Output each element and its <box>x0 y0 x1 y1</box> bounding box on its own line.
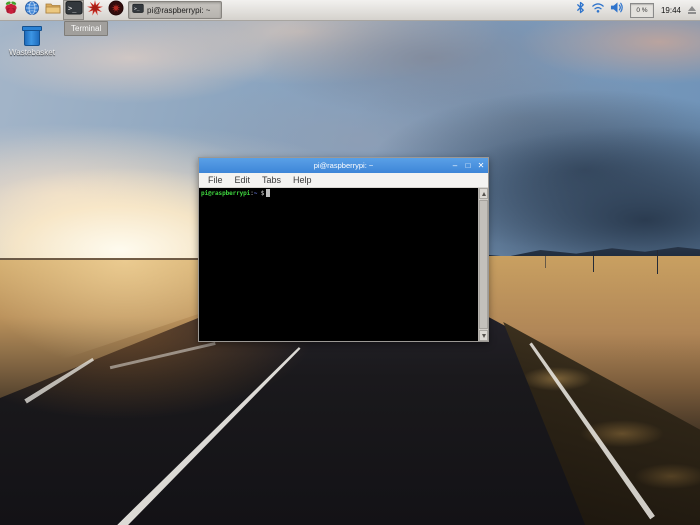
taskbar-window-label: pi@raspberrypi: ~ <box>147 5 211 15</box>
wolfram-button[interactable] <box>105 0 126 20</box>
terminal-scrollbar[interactable] <box>478 188 488 341</box>
globe-icon <box>24 0 40 21</box>
folder-icon <box>44 0 62 21</box>
terminal-icon: >_ <box>65 0 83 21</box>
terminal-launcher-button[interactable]: >_ <box>63 0 84 20</box>
cpu-monitor: 0 % <box>629 2 654 18</box>
prompt-user-host: pi@raspberrypi <box>201 190 251 197</box>
menu-help[interactable]: Help <box>288 175 317 185</box>
desktop-icon-wastebasket[interactable]: Wastebasket <box>6 26 58 57</box>
window-menubar: File Edit Tabs Help <box>199 173 488 188</box>
volume-icon[interactable] <box>610 0 625 20</box>
menu-file[interactable]: File <box>203 175 228 185</box>
window-titlebar[interactable]: pi@raspberrypi: ~ – □ ✕ <box>199 158 488 173</box>
terminal-cursor <box>266 189 271 197</box>
menu-tabs[interactable]: Tabs <box>257 175 286 185</box>
terminal-content[interactable]: pi@raspberrypi:~ $ <box>199 188 478 341</box>
mathematica-icon <box>86 0 103 21</box>
mathematica-button[interactable] <box>84 0 105 20</box>
wolfram-icon <box>108 0 124 21</box>
cpu-usage-label: 0 % <box>636 6 648 14</box>
wastebasket-icon <box>22 26 42 46</box>
file-manager-button[interactable] <box>42 0 63 20</box>
minimize-button[interactable]: – <box>451 161 459 170</box>
eject-icon[interactable] <box>688 6 696 14</box>
maximize-button[interactable]: □ <box>464 161 472 170</box>
shell-prompt: pi@raspberrypi:~ $ <box>201 189 271 197</box>
menu-edit[interactable]: Edit <box>230 175 256 185</box>
scroll-down-arrow-icon[interactable] <box>479 330 488 341</box>
raspberry-icon <box>3 0 19 21</box>
bluetooth-icon[interactable] <box>575 0 586 20</box>
menu-button[interactable] <box>0 0 21 20</box>
tooltip: Terminal <box>64 21 109 36</box>
close-button[interactable]: ✕ <box>477 161 485 170</box>
wallpaper-pole <box>657 250 658 274</box>
system-tray: 0 % 19:44 <box>575 0 700 20</box>
terminal-icon: >_ <box>132 1 144 19</box>
wastebasket-label: Wastebasket <box>9 48 55 57</box>
wallpaper-pole <box>545 256 546 268</box>
wifi-icon[interactable] <box>591 0 605 20</box>
window-title: pi@raspberrypi: ~ <box>313 161 374 170</box>
terminal-window: pi@raspberrypi: ~ – □ ✕ File Edit Tabs H… <box>198 157 489 342</box>
web-browser-button[interactable] <box>21 0 42 20</box>
scrollbar-thumb[interactable] <box>479 200 488 329</box>
svg-text:>_: >_ <box>68 4 77 12</box>
scroll-up-arrow-icon[interactable] <box>479 188 488 199</box>
wallpaper-pole <box>593 252 594 272</box>
taskbar-window-button[interactable]: >_ pi@raspberrypi: ~ <box>128 1 222 19</box>
taskbar: >_ >_ pi@raspberrypi: ~ 0 % 19:44 <box>0 0 700 21</box>
svg-text:>_: >_ <box>134 7 140 12</box>
clock: 19:44 <box>660 5 681 15</box>
prompt-symbol: $ <box>257 190 265 197</box>
